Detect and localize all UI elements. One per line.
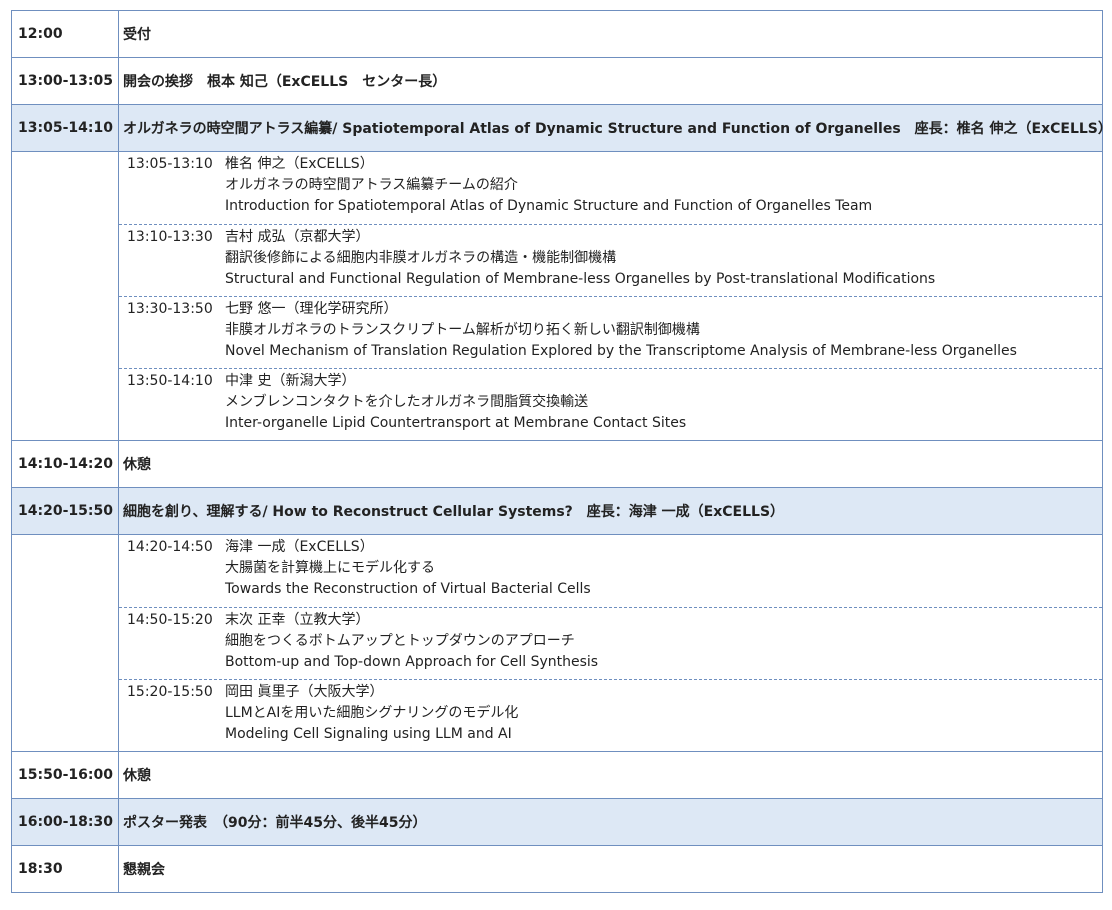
- empty-time-cell: [11, 151, 119, 441]
- session-title-cell: ポスター発表 （90分：前半45分、後半45分）: [118, 798, 1103, 846]
- talk-title-ja: LLMとAIを用いた細胞シグナリングのモデル化: [225, 705, 519, 721]
- talk-title-en: Introduction for Spatiotemporal Atlas of…: [225, 198, 873, 214]
- talk-details: 海津 一成（ExCELLS） 大腸菌を計算機上にモデル化する Towards the…: [225, 537, 591, 607]
- talk-time: 13:30-13:50: [127, 301, 213, 317]
- talk-time: 13:05-13:10: [127, 156, 213, 172]
- schedule-row: 12:00 受付: [11, 10, 1103, 58]
- talk-speaker: 海津 一成（ExCELLS）: [225, 539, 374, 555]
- talk-title-ja: 非膜オルガネラのトランスクリプトーム解析が切り拓く新しい翻訳制御機構: [225, 322, 700, 338]
- talk-item: 13:10-13:30 吉村 成弘（京都大学） 翻訳後修飾による細胞内非膜オルガネラ…: [119, 224, 1102, 296]
- talk-speaker: 岡田 眞里子（大阪大学）: [225, 684, 384, 700]
- time-cell: 13:05-14:10: [11, 104, 119, 152]
- talk-details: 中津 史（新潟大学） メンブレンコンタクトを介したオルガネラ間脂質交換輸送 Inte…: [225, 371, 686, 440]
- event-title-cell: 休憩: [118, 440, 1103, 488]
- talk-title-ja: 細胞をつくるボトムアップとトップダウンのアプローチ: [225, 633, 575, 649]
- talk-item: 13:50-14:10 中津 史（新潟大学） メンブレンコンタクトを介したオルガネラ…: [119, 368, 1102, 440]
- talk-title-ja: 翻訳後修飾による細胞内非膜オルガネラの構造・機能制御機構: [225, 250, 617, 266]
- talk-speaker: 末次 正幸（立教大学）: [225, 612, 370, 628]
- time-cell: 14:20-15:50: [11, 487, 119, 535]
- talk-title-en: Inter-organelle Lipid Countertransport a…: [225, 415, 687, 431]
- talk-speaker: 吉村 成弘（京都大学）: [225, 229, 370, 245]
- talks-row: 13:05-13:10 椎名 伸之（ExCELLS） オルガネラの時空間アトラス編纂…: [11, 151, 1103, 441]
- talk-details: 末次 正幸（立教大学） 細胞をつくるボトムアップとトップダウンのアプローチ Bott…: [225, 610, 598, 679]
- talks-row: 14:20-14:50 海津 一成（ExCELLS） 大腸菌を計算機上にモデル化する…: [11, 534, 1103, 752]
- talk-title-ja: 大腸菌を計算機上にモデル化する: [225, 560, 435, 576]
- time-cell: 14:10-14:20: [11, 440, 119, 488]
- schedule-row: 13:00-13:05 開会の挨拶 根本 知己（ExCELLS センター長）: [11, 57, 1103, 105]
- program-schedule-table: 12:00 受付 13:00-13:05 開会の挨拶 根本 知己（ExCELLS セン…: [11, 10, 1112, 893]
- talk-title-ja: オルガネラの時空間アトラス編纂チームの紹介: [225, 177, 518, 193]
- talk-item: 13:05-13:10 椎名 伸之（ExCELLS） オルガネラの時空間アトラス編纂…: [119, 152, 1102, 224]
- talk-item: 15:20-15:50 岡田 眞里子（大阪大学） LLMとAIを用いた細胞シグナリン…: [119, 679, 1102, 751]
- talk-title-en: Structural and Functional Regulation of …: [225, 271, 936, 287]
- talk-item: 13:30-13:50 七野 悠一（理化学研究所） 非膜オルガネラのトランスクリプト…: [119, 296, 1102, 368]
- talk-speaker: 椎名 伸之（ExCELLS）: [225, 156, 374, 172]
- session-header-row: 14:20-15:50 細胞を創り、理解する/ How to Reconstruc…: [11, 487, 1103, 535]
- talks-cell: 14:20-14:50 海津 一成（ExCELLS） 大腸菌を計算機上にモデル化する…: [118, 534, 1103, 752]
- time-cell: 12:00: [11, 10, 119, 58]
- talk-details: 椎名 伸之（ExCELLS） オルガネラの時空間アトラス編纂チームの紹介 Intro…: [225, 154, 872, 224]
- talk-time: 15:20-15:50: [127, 684, 213, 700]
- event-title-cell: 受付: [118, 10, 1103, 58]
- talks-cell: 13:05-13:10 椎名 伸之（ExCELLS） オルガネラの時空間アトラス編纂…: [118, 151, 1103, 441]
- schedule-row: 18:30 懇親会: [11, 845, 1103, 893]
- talk-title-en: Novel Mechanism of Translation Regulatio…: [225, 343, 1017, 359]
- session-title-cell: オルガネラの時空間アトラス編纂/ Spatiotemporal Atlas of…: [118, 104, 1112, 152]
- time-cell: 13:00-13:05: [11, 57, 119, 105]
- time-cell: 15:50-16:00: [11, 751, 119, 799]
- event-title-cell: 懇親会: [118, 845, 1103, 893]
- talk-details: 岡田 眞里子（大阪大学） LLMとAIを用いた細胞シグナリングのモデル化 Model…: [225, 682, 518, 751]
- schedule-body: 12:00 受付 13:00-13:05 開会の挨拶 根本 知己（ExCELLS セン…: [11, 10, 1112, 893]
- talk-time: 13:50-14:10: [127, 373, 213, 389]
- talk-item: 14:50-15:20 末次 正幸（立教大学） 細胞をつくるボトムアップとトップダウ…: [119, 607, 1102, 679]
- talk-speaker: 七野 悠一（理化学研究所）: [225, 301, 398, 317]
- talk-speaker: 中津 史（新潟大学）: [225, 373, 356, 389]
- talk-title-en: Bottom-up and Top-down Approach for Cell…: [225, 654, 599, 670]
- talk-title-en: Modeling Cell Signaling using LLM and AI: [225, 726, 512, 742]
- talk-item: 14:20-14:50 海津 一成（ExCELLS） 大腸菌を計算機上にモデル化する…: [119, 535, 1102, 607]
- time-cell: 18:30: [11, 845, 119, 893]
- talk-time: 14:20-14:50: [127, 539, 213, 555]
- talk-time: 13:10-13:30: [127, 229, 213, 245]
- session-header-row: 13:05-14:10 オルガネラの時空間アトラス編纂/ Spatiotempor…: [11, 104, 1112, 152]
- talk-time: 14:50-15:20: [127, 612, 213, 628]
- talk-title-ja: メンブレンコンタクトを介したオルガネラ間脂質交換輸送: [225, 394, 589, 410]
- session-title-cell: 細胞を創り、理解する/ How to Reconstruct Cellular …: [118, 487, 1103, 535]
- event-title-cell: 休憩: [118, 751, 1103, 799]
- event-title-cell: 開会の挨拶 根本 知己（ExCELLS センター長）: [118, 57, 1103, 105]
- schedule-row: 14:10-14:20 休憩: [11, 440, 1103, 488]
- time-cell: 16:00-18:30: [11, 798, 119, 846]
- talk-details: 七野 悠一（理化学研究所） 非膜オルガネラのトランスクリプトーム解析が切り拓く新し…: [225, 299, 1017, 368]
- talk-title-en: Towards the Reconstruction of Virtual Ba…: [225, 581, 591, 597]
- schedule-row: 15:50-16:00 休憩: [11, 751, 1103, 799]
- empty-time-cell: [11, 534, 119, 752]
- talk-details: 吉村 成弘（京都大学） 翻訳後修飾による細胞内非膜オルガネラの構造・機能制御機構 S…: [225, 227, 935, 296]
- session-header-row: 16:00-18:30 ポスター発表 （90分：前半45分、後半45分）: [11, 798, 1103, 846]
